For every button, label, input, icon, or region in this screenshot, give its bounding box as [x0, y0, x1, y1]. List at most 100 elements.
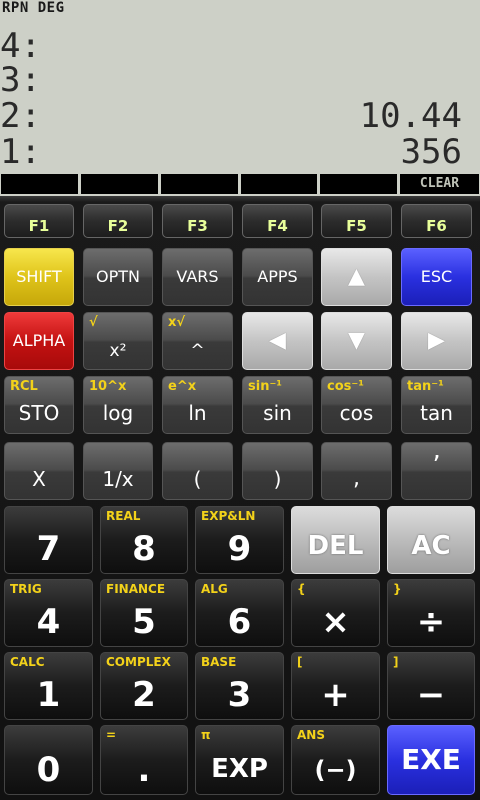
zero-button[interactable]: 0	[4, 725, 93, 795]
seven-button[interactable]: 7	[4, 506, 93, 574]
apps-button[interactable]: APPS	[242, 248, 313, 306]
shift-label: π	[201, 728, 211, 742]
reciprocal-button[interactable]: 1/x	[83, 442, 153, 500]
shift-label: ALG	[201, 582, 228, 596]
six-button[interactable]: ALG 6	[195, 579, 284, 647]
eight-button[interactable]: REAL 8	[100, 506, 188, 574]
shift-label: {	[297, 582, 306, 596]
negate-button[interactable]: ANS (−)	[291, 725, 380, 795]
f4-key[interactable]: F4	[242, 204, 313, 238]
shift-label: CALC	[10, 655, 45, 669]
subtract-button[interactable]: ] −	[387, 652, 475, 720]
right-arrow-button[interactable]: ▶	[401, 312, 472, 370]
key-label: OPTN	[96, 267, 140, 286]
shift-label: TRIG	[10, 582, 42, 596]
up-arrow-icon: ▲	[348, 264, 365, 289]
ln-button[interactable]: e^x ln	[162, 376, 233, 434]
f3-key[interactable]: F3	[162, 204, 233, 238]
shift-label: x√	[168, 315, 186, 330]
square-button[interactable]: √ x²	[83, 312, 153, 370]
log-button[interactable]: 10^x log	[83, 376, 153, 434]
key-label: F4	[267, 217, 288, 235]
three-button[interactable]: BASE 3	[195, 652, 284, 720]
two-button[interactable]: COMPLEX 2	[100, 652, 188, 720]
shift-label: e^x	[168, 379, 197, 394]
shift-label: RCL	[10, 379, 38, 394]
shift-label: ]	[393, 655, 399, 669]
shift-label: =	[106, 728, 117, 742]
cos-button[interactable]: cos⁻¹ cos	[321, 376, 392, 434]
key-label: VARS	[176, 267, 219, 286]
multiply-button[interactable]: { ×	[291, 579, 380, 647]
execute-button[interactable]: EXE	[387, 725, 475, 795]
key-label: sin	[263, 401, 292, 425]
esc-button[interactable]: ESC	[401, 248, 472, 306]
right-paren-button[interactable]: )	[242, 442, 313, 500]
shift-label: ANS	[297, 728, 325, 742]
minus-icon: −	[416, 675, 446, 715]
divide-button[interactable]: } ÷	[387, 579, 475, 647]
shift-label: }	[393, 582, 402, 596]
softkey-5[interactable]	[320, 174, 397, 194]
f1-key[interactable]: F1	[4, 204, 74, 238]
key-label: DEL	[307, 531, 364, 561]
shift-label: √	[89, 315, 98, 330]
one-button[interactable]: CALC 1	[4, 652, 93, 720]
optn-button[interactable]: OPTN	[83, 248, 153, 306]
softkey-bar: CLEAR	[0, 174, 480, 194]
vars-button[interactable]: VARS	[162, 248, 233, 306]
delete-button[interactable]: DEL	[291, 506, 380, 574]
shift-label: sin⁻¹	[248, 379, 283, 394]
up-arrow-button[interactable]: ▲	[321, 248, 392, 306]
shift-label: BASE	[201, 655, 237, 669]
prime-button[interactable]: ʼ	[401, 442, 472, 500]
x-variable-button[interactable]: X	[4, 442, 74, 500]
shift-label: tan⁻¹	[407, 379, 444, 394]
key-label: F3	[187, 217, 208, 235]
softkey-1[interactable]	[1, 174, 78, 194]
left-arrow-button[interactable]: ◀	[242, 312, 313, 370]
sin-button[interactable]: sin⁻¹ sin	[242, 376, 313, 434]
key-label: 0	[36, 750, 61, 790]
nine-button[interactable]: EXP&LN 9	[195, 506, 284, 574]
sto-button[interactable]: RCL STO	[4, 376, 74, 434]
multiply-icon: ×	[321, 602, 350, 642]
softkey-2[interactable]	[81, 174, 158, 194]
right-arrow-icon: ▶	[428, 328, 445, 353]
all-clear-button[interactable]: AC	[387, 506, 475, 574]
key-label: (	[193, 467, 202, 491]
stack-level-label: 1:	[0, 132, 41, 172]
f2-key[interactable]: F2	[83, 204, 153, 238]
power-button[interactable]: x√ ^	[162, 312, 233, 370]
shift-label: [	[297, 655, 303, 669]
shift-label: REAL	[106, 509, 141, 523]
key-label: 8	[132, 529, 156, 569]
shift-button[interactable]: SHIFT	[4, 248, 74, 306]
f6-key[interactable]: F6	[401, 204, 472, 238]
exp-button[interactable]: π EXP	[195, 725, 284, 795]
add-button[interactable]: [ +	[291, 652, 380, 720]
down-arrow-button[interactable]: ▼	[321, 312, 392, 370]
four-button[interactable]: TRIG 4	[4, 579, 93, 647]
stack-level-label: 3:	[0, 60, 41, 100]
calculator-display: RPN DEG 4: 3: 2: 10.44 1: 356 CLEAR	[0, 0, 480, 196]
tan-button[interactable]: tan⁻¹ tan	[401, 376, 472, 434]
key-label: (−)	[314, 756, 357, 784]
key-label: ESC	[420, 267, 453, 286]
shift-label: cos⁻¹	[327, 379, 364, 394]
five-button[interactable]: FINANCE 5	[100, 579, 188, 647]
key-label: 5	[132, 602, 156, 642]
softkey-3[interactable]	[161, 174, 238, 194]
softkey-clear[interactable]: CLEAR	[400, 174, 479, 194]
alpha-button[interactable]: ALPHA	[4, 312, 74, 370]
key-label: F2	[107, 217, 129, 235]
shift-label: FINANCE	[106, 582, 166, 596]
key-label: 1	[36, 675, 61, 715]
left-paren-button[interactable]: (	[162, 442, 233, 500]
softkey-4[interactable]	[241, 174, 317, 194]
decimal-point-button[interactable]: = .	[100, 725, 188, 795]
f5-key[interactable]: F5	[321, 204, 392, 238]
key-label: EXP	[211, 754, 268, 784]
comma-button[interactable]: ,	[321, 442, 392, 500]
mode-status: RPN DEG	[2, 0, 65, 16]
